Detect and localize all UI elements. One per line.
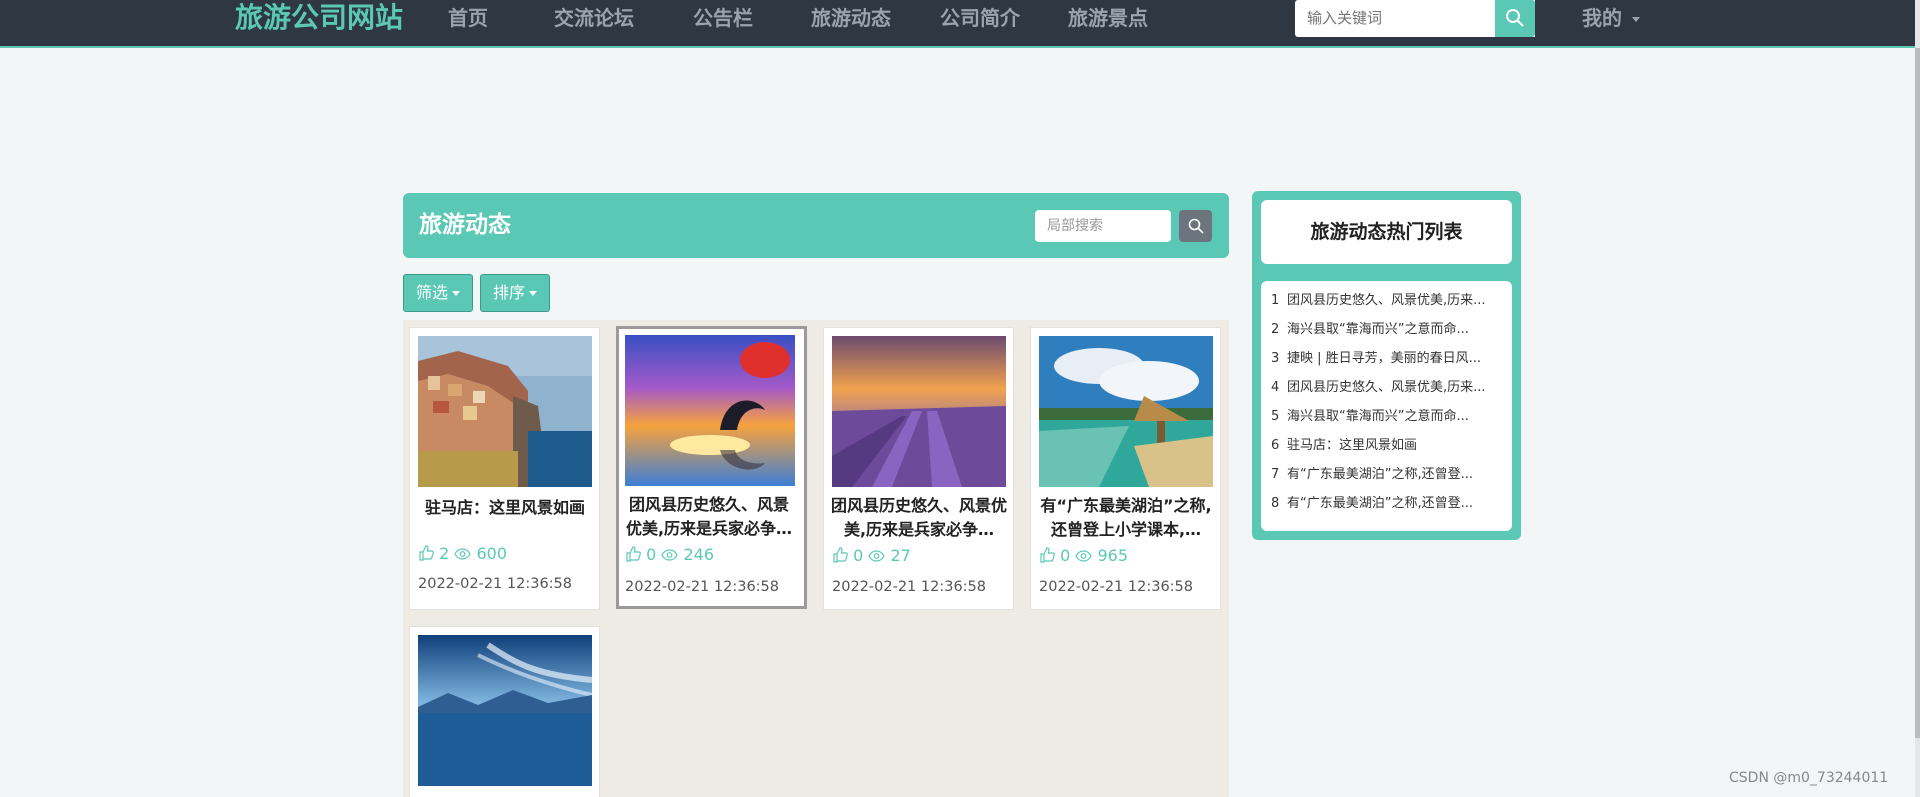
thumbs-up-icon[interactable] [625,546,641,562]
card-date: 2022-02-21 12:36:58 [418,576,572,592]
section-header: 旅游动态 局部搜索 [403,193,1229,258]
card-date: 2022-02-21 12:36:58 [625,579,779,595]
user-menu[interactable]: 我的 [1582,0,1640,40]
card-stats: 0 246 [625,545,714,564]
eye-icon [868,550,886,562]
local-search-placeholder: 局部搜索 [1047,218,1103,234]
hot-list-item[interactable]: 4 团风县历史悠久、风景优美,历来... [1271,380,1507,396]
local-search-input[interactable]: 局部搜索 [1035,210,1171,242]
local-search-button[interactable] [1179,210,1212,242]
sort-dropdown-button[interactable]: 排序 [480,274,551,312]
like-count: 0 [853,546,864,565]
card-title[interactable]: 团风县历史悠久、风景优美,历来是兵家必争… [830,494,1008,542]
card-image-mountain-lake [418,635,592,786]
like-count: 0 [1060,546,1071,565]
news-card[interactable]: 团风县历史悠久、风景优美,历来是兵家必争… 0 27 2022-02-21 12… [823,327,1014,610]
nav-forum[interactable]: 交流论坛 [554,0,634,40]
thumbs-up-icon[interactable] [418,545,434,561]
hot-list-panel: 旅游动态热门列表 1 团风县历史悠久、风景优美,历来... 2 海兴县取“靠海而兴”… [1252,191,1521,540]
view-count: 246 [683,545,715,564]
view-count: 965 [1097,546,1129,565]
chevron-down-icon [452,291,461,296]
search-icon [1506,9,1524,27]
eye-icon [454,548,472,560]
view-count: 27 [890,546,911,565]
thumbs-up-icon[interactable] [1039,547,1055,563]
news-card[interactable]: 有“广东最美湖泊”之称,还曾登上小学课本,… 0 965 2022-02-21 … [1030,327,1221,610]
page-title: 旅游动态 [419,212,511,238]
filter-label: 筛选 [416,283,449,302]
thumbs-up-icon[interactable] [832,547,848,563]
nav-scenic-spots[interactable]: 旅游景点 [1068,0,1148,40]
site-logo[interactable]: 旅游公司网站 [235,0,403,40]
eye-icon [661,549,679,561]
card-title[interactable]: 有“广东最美湖泊”之称,还曾登上小学课本,… [1037,494,1215,542]
view-count: 600 [476,544,508,563]
hot-list-item[interactable]: 2 海兴县取“靠海而兴”之意而命... [1271,322,1507,338]
hot-list: 1 团风县历史悠久、风景优美,历来... 2 海兴县取“靠海而兴”之意而命... 3… [1261,281,1512,531]
hot-list-item[interactable]: 8 有“广东最美湖泊”之称,还曾登... [1271,496,1507,512]
search-button[interactable] [1495,0,1535,37]
watermark: CSDN @m0_73244011 [1729,770,1889,786]
hot-list-item[interactable]: 6 驻马店：这里风景如画 [1271,438,1507,454]
hot-list-item[interactable]: 7 有“广东最美湖泊”之称,还曾登... [1271,467,1507,483]
card-image-dolphin-sunset [625,335,795,486]
sort-label: 排序 [493,283,526,302]
card-title[interactable]: 团风县历史悠久、风景优美,历来是兵家必争… [624,493,794,541]
news-card[interactable]: 团风县历史悠久、风景优美,历来是兵家必争… 0 246 2022-02-21 1… [616,326,807,609]
nav-notice[interactable]: 公告栏 [693,0,753,40]
page-scrollbar[interactable] [1915,0,1920,797]
hot-list-title: 旅游动态热门列表 [1261,200,1512,264]
filter-dropdown-button[interactable]: 筛选 [403,274,474,312]
nav-company-intro[interactable]: 公司简介 [940,0,1020,40]
search-icon [1188,218,1204,234]
card-image-lavender-field [832,336,1006,487]
hot-list-item[interactable]: 3 捷映 | 胜日寻芳，美丽的春日风... [1271,351,1507,367]
card-date: 2022-02-21 12:36:58 [1039,579,1193,595]
card-date: 2022-02-21 12:36:58 [832,579,986,595]
top-navbar: 旅游公司网站 首页 交流论坛 公告栏 旅游动态 公司简介 旅游景点 我的 [0,0,1920,48]
nav-travel-news[interactable]: 旅游动态 [811,0,891,40]
card-stats: 0 27 [832,546,911,565]
chevron-down-icon [529,291,538,296]
news-card[interactable]: 驻马店：这里风景如画 2 600 2022-02-21 12:36:58 [409,327,600,610]
news-grid: 驻马店：这里风景如画 2 600 2022-02-21 12:36:58 团风县… [403,320,1229,797]
news-card[interactable] [409,626,600,797]
user-menu-label: 我的 [1582,6,1622,30]
scrollbar-thumb[interactable] [1915,48,1920,738]
card-image-tropical-lake [1039,336,1213,487]
hot-list-item[interactable]: 1 团风县历史悠久、风景优美,历来... [1271,293,1507,309]
card-title[interactable]: 驻马店：这里风景如画 [416,496,594,520]
eye-icon [1075,550,1093,562]
search-input[interactable] [1307,9,1507,27]
chevron-down-icon [1632,17,1640,22]
hot-list-item[interactable]: 5 海兴县取“靠海而兴”之意而命... [1271,409,1507,425]
like-count: 0 [646,545,657,564]
card-stats: 2 600 [418,544,507,563]
nav-home[interactable]: 首页 [448,0,488,40]
card-image-cliff-village [418,336,592,487]
card-stats: 0 965 [1039,546,1128,565]
like-count: 2 [439,544,450,563]
